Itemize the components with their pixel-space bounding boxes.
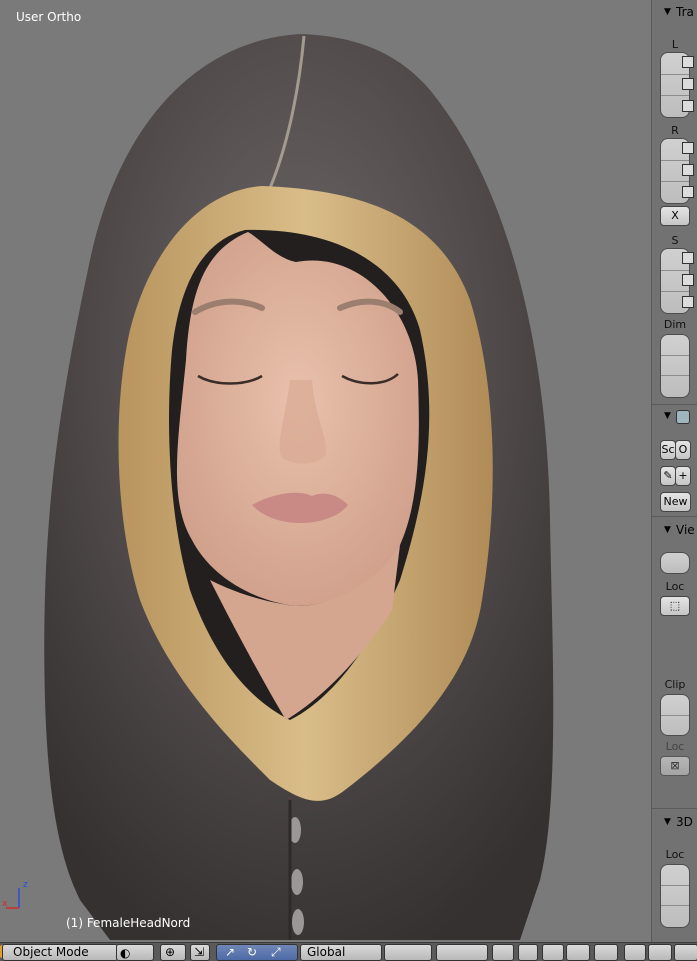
layers-row-2[interactable] (436, 944, 488, 961)
lock-to-object-label: Loc (665, 580, 685, 593)
pivot-point-select[interactable]: ⊕ (160, 944, 186, 961)
3d-cursor-panel-title: 3D (676, 815, 693, 829)
lock-icon[interactable] (682, 164, 694, 176)
clip-fields[interactable] (660, 694, 690, 736)
camera-picker-icon[interactable]: ⊠ (660, 756, 690, 776)
render-icon[interactable] (624, 944, 646, 961)
pivot-icon: ⊕ (165, 945, 176, 959)
view-panel-header[interactable]: ▼ Vie (652, 522, 697, 540)
lock-icon[interactable] (682, 78, 694, 90)
axis-gizmo: z x (2, 880, 28, 909)
object-picker-icon[interactable]: ⬚ (660, 596, 690, 616)
lock-icon[interactable] (682, 100, 694, 112)
dimensions-fields[interactable] (660, 334, 690, 398)
snap-icon[interactable] (542, 944, 564, 961)
scale-label: S (671, 234, 679, 247)
lock-icon[interactable] (682, 142, 694, 154)
collapse-triangle-icon: ▼ (664, 525, 671, 535)
transform-manipulators[interactable]: ↗ ↻ ⤢ (216, 944, 298, 961)
collapse-triangle-icon: ▼ (664, 817, 671, 827)
axis-x-label: x (2, 899, 8, 909)
grease-pencil-panel-header[interactable]: ▼ (652, 408, 697, 426)
cursor-location-fields[interactable] (660, 864, 690, 928)
local-camera-label: Loc (665, 740, 685, 753)
view-panel-title: Vie (676, 523, 695, 537)
location-label: L (671, 38, 679, 51)
rotation-mode-select[interactable]: X (660, 206, 690, 226)
viewport-header-bar[interactable]: Object Mode ◐ ⊕ ⇲ ↗ ↻ ⤢ Global (0, 942, 697, 961)
transform-orientation-select[interactable]: Global (300, 944, 382, 961)
manipulator-icon: ⇲ (194, 945, 205, 959)
viewport-title: User Ortho (16, 10, 82, 24)
snap-element-icon[interactable] (566, 944, 590, 961)
lock-icon[interactable] (682, 274, 694, 286)
clip-label: Clip (664, 678, 686, 691)
layers-row-1[interactable] (384, 944, 432, 961)
viewport-shading-select[interactable]: ◐ (116, 944, 154, 961)
new-button[interactable]: New (660, 492, 691, 512)
proportional-edit-icon[interactable] (518, 944, 538, 961)
collapse-triangle-icon: ▼ (664, 411, 671, 421)
lens-field[interactable] (660, 552, 690, 574)
pencil-icon[interactable]: ✎ (660, 466, 676, 486)
3d-cursor-panel-header[interactable]: ▼ 3D (652, 814, 697, 832)
rotate-icon[interactable]: ↻ (247, 945, 257, 960)
axis-z-label: z (23, 880, 28, 890)
lock-icon[interactable] (682, 186, 694, 198)
shading-sphere-icon: ◐ (120, 946, 131, 960)
camera-icon[interactable] (648, 944, 672, 961)
transform-panel-title: Tra (676, 5, 694, 19)
transform-panel-header[interactable]: ▼ Tra (652, 4, 697, 22)
clapper-icon[interactable] (674, 944, 697, 961)
rotation-label: R (671, 124, 679, 137)
dimensions-label: Dim (663, 318, 687, 331)
object-data-button[interactable]: O (675, 440, 691, 460)
3d-viewport[interactable]: User Ortho z x (1) FemaleHeadNord (0, 0, 651, 942)
lock-icon[interactable] (682, 296, 694, 308)
lock-icon[interactable] (682, 56, 694, 68)
snap-target-icon[interactable] (594, 944, 618, 961)
mode-select[interactable]: Object Mode (2, 944, 118, 961)
properties-side-panel[interactable]: ▼ Tra L R X S Dim ▼ Sc O ✎ + New ▼ Vie L… (651, 0, 697, 942)
cursor-location-label: Loc (665, 848, 685, 861)
scene-data-button[interactable]: Sc (660, 440, 676, 460)
manipulator-toggle[interactable]: ⇲ (190, 944, 210, 961)
translate-icon[interactable]: ↗ (225, 945, 235, 960)
checkbox-icon[interactable] (676, 410, 690, 424)
lock-icon[interactable] (682, 252, 694, 264)
layer-lock-icon[interactable] (492, 944, 514, 961)
add-icon[interactable]: + (675, 466, 691, 486)
collapse-triangle-icon: ▼ (664, 7, 671, 17)
active-object-label: (1) FemaleHeadNord (66, 916, 191, 930)
hooded-head-model (44, 34, 554, 940)
scale-icon[interactable]: ⤢ (271, 945, 281, 960)
